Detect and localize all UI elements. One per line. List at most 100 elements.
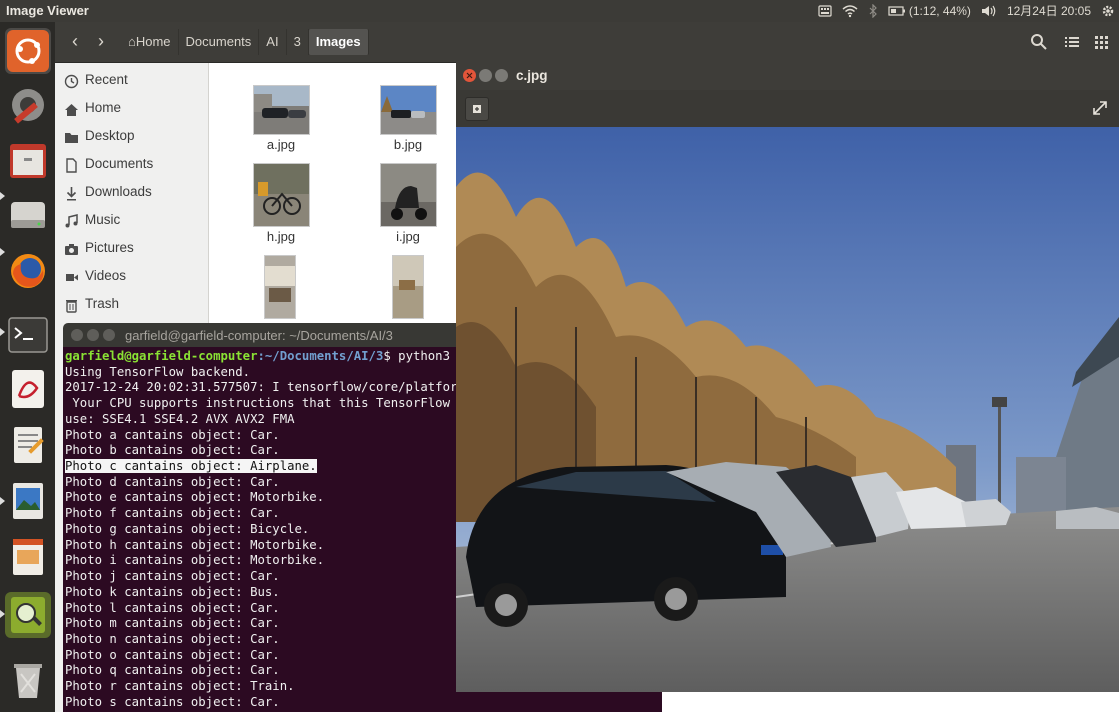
image-magnifier-icon[interactable] (5, 592, 51, 638)
breadcrumb-images[interactable]: Images (308, 29, 369, 55)
terminal-line-text: Photo h cantains object: Motorbike. (65, 537, 325, 552)
sidebar-item-downloads[interactable]: Downloads (55, 180, 208, 206)
breadcrumb-ai[interactable]: AI (259, 29, 287, 55)
gallery-button[interactable] (465, 97, 489, 121)
terminal-line-text: Photo b cantains object: Car. (65, 443, 280, 458)
text-editor-icon[interactable] (5, 422, 51, 468)
terminal-line-text: Photo n cantains object: Car. (65, 631, 280, 646)
clock-icon (64, 74, 79, 89)
close-button[interactable] (463, 69, 476, 82)
image-viewer-icon[interactable] (5, 478, 51, 524)
files-icon[interactable] (5, 138, 51, 184)
bluetooth-icon[interactable] (868, 3, 878, 18)
image-viewer-window: c.jpg (455, 62, 1119, 692)
terminal-line-text: Photo s cantains object: Car. (65, 694, 280, 709)
breadcrumb-3[interactable]: 3 (287, 29, 309, 55)
gear-icon[interactable] (1101, 4, 1115, 18)
ubuntu-dash-icon[interactable] (5, 28, 51, 74)
thumbnail-h[interactable] (253, 163, 310, 227)
terminal-line-text: Photo d cantains object: Car. (65, 474, 280, 489)
launcher (0, 22, 55, 712)
sidebar-item-desktop[interactable]: Desktop (55, 124, 208, 150)
terminal-line-text: Photo i cantains object: Motorbike. (65, 553, 325, 568)
battery-indicator[interactable]: (1:12, 44%) (888, 4, 971, 18)
document-icon (64, 158, 79, 173)
music-icon (64, 214, 79, 229)
sidebar-item-home[interactable]: Home (55, 96, 208, 122)
file-name-label: i.jpg (396, 229, 420, 244)
running-indicator (0, 328, 5, 336)
grid-view-icon[interactable] (1091, 32, 1111, 52)
terminal-line-text: Photo l cantains object: Car. (65, 600, 280, 615)
sidebar-item-trash[interactable]: Trash (55, 292, 208, 318)
top-panel: Image Viewer (1:12, 44%) 12月24日 20:05 (0, 0, 1119, 22)
battery-icon (888, 5, 906, 17)
sidebar-item-music[interactable]: Music (55, 208, 208, 234)
thumbnail-i[interactable] (380, 163, 437, 227)
document-viewer-icon[interactable] (5, 366, 51, 412)
folder-icon (64, 130, 79, 145)
battery-text: (1:12, 44%) (908, 3, 971, 18)
terminal-line-text: Photo a cantains object: Car. (65, 427, 280, 442)
search-icon[interactable] (1029, 32, 1049, 52)
volume-icon[interactable] (981, 4, 997, 18)
terminal-line-text: Your CPU supports instructions that this… (65, 396, 458, 411)
file-name-label: h.jpg (266, 229, 296, 244)
wifi-icon[interactable] (842, 4, 858, 18)
list-view-icon[interactable] (1062, 32, 1082, 52)
terminal-icon[interactable] (5, 312, 51, 358)
disk-icon[interactable] (5, 192, 51, 238)
impress-icon[interactable] (5, 534, 51, 580)
video-icon (64, 270, 79, 285)
firefox-icon[interactable] (5, 248, 51, 294)
clock[interactable]: 12月24日 20:05 (1007, 2, 1091, 19)
trash-icon (64, 298, 79, 313)
terminal-line-text: Photo q cantains object: Car. (65, 663, 280, 678)
terminal-line-text: Photo f cantains object: Car. (65, 506, 280, 521)
running-indicator (0, 610, 5, 618)
terminal-line-text: Photo e cantains object: Motorbike. (65, 490, 325, 505)
forward-button[interactable]: › (89, 30, 113, 54)
keyboard-icon[interactable] (818, 4, 832, 18)
breadcrumb: ⌂Home Documents AI 3 Images (121, 29, 369, 55)
terminal-line-text: 2017-12-24 20:02:31.577507: I tensorflow… (65, 380, 458, 395)
thumbnail-b[interactable] (380, 85, 437, 135)
minimize-button[interactable] (479, 69, 492, 82)
system-tray: (1:12, 44%) 12月24日 20:05 (818, 2, 1115, 19)
file-manager-toolbar: ‹ › ⌂Home Documents AI 3 Images (55, 22, 1119, 63)
terminal-line-text: Photo r cantains object: Train. (65, 679, 295, 694)
thumbnail-a[interactable] (253, 85, 310, 135)
displayed-photo[interactable] (455, 127, 1119, 692)
sidebar-item-documents[interactable]: Documents (55, 152, 208, 178)
terminal-line-text: Photo j cantains object: Car. (65, 569, 280, 584)
prompt-command: $ python3 (383, 349, 450, 363)
breadcrumb-documents[interactable]: Documents (179, 29, 260, 55)
thumbnail-k[interactable] (392, 255, 424, 319)
breadcrumb-home[interactable]: ⌂Home (121, 29, 179, 55)
system-settings-icon[interactable] (5, 82, 51, 128)
close-button[interactable] (71, 329, 83, 341)
terminal-title: garfield@garfield-computer: ~/Documents/… (125, 328, 393, 343)
running-indicator (0, 497, 5, 505)
download-icon (64, 186, 79, 201)
running-indicator (0, 248, 5, 256)
prompt-user: garfield@garfield-computer (65, 349, 258, 363)
back-button[interactable]: ‹ (63, 30, 87, 54)
maximize-button[interactable] (103, 329, 115, 341)
image-viewer-titlebar: c.jpg (456, 62, 1119, 90)
terminal-line-text: Photo k cantains object: Bus. (65, 584, 280, 599)
sidebar-item-recent[interactable]: Recent (55, 68, 208, 94)
active-app-title: Image Viewer (6, 3, 89, 18)
home-icon (64, 102, 79, 117)
terminal-line-text: Photo g cantains object: Bicycle. (65, 521, 310, 536)
trash-icon[interactable] (5, 656, 51, 702)
maximize-button[interactable] (495, 69, 508, 82)
file-name-label: b.jpg (393, 137, 423, 152)
sidebar-item-videos[interactable]: Videos (55, 264, 208, 290)
fullscreen-icon[interactable] (1089, 97, 1111, 119)
file-name-label: a.jpg (266, 137, 296, 152)
sidebar-item-pictures[interactable]: Pictures (55, 236, 208, 262)
thumbnail-j[interactable] (264, 255, 296, 319)
minimize-button[interactable] (87, 329, 99, 341)
terminal-line-text: Using TensorFlow backend. (65, 364, 251, 379)
